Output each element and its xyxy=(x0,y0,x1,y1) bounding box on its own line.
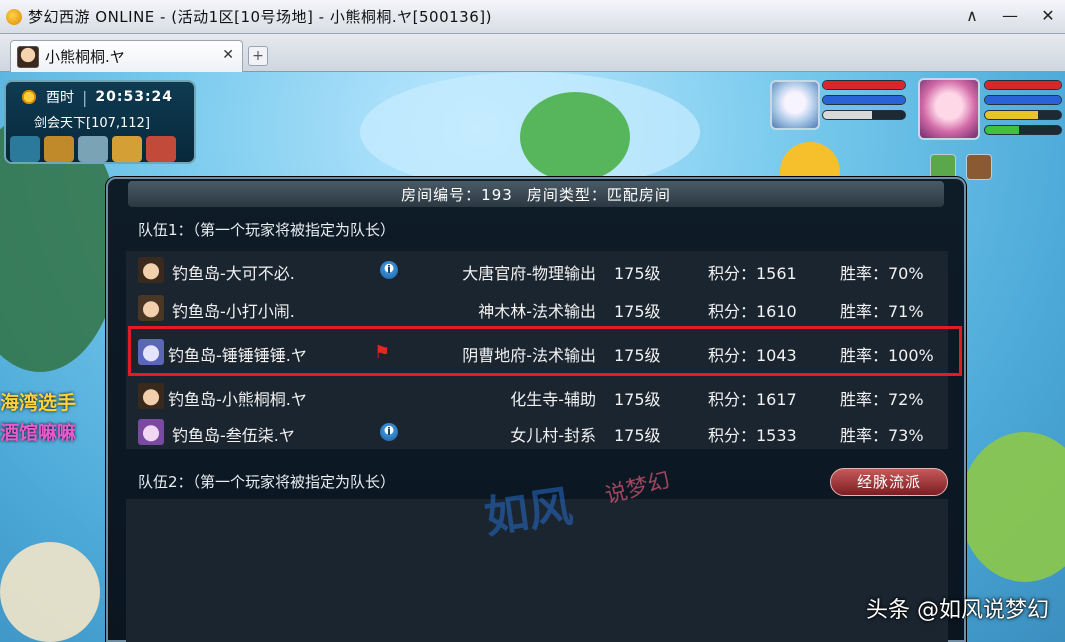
tab-close-icon[interactable]: ✕ xyxy=(222,47,234,63)
character-avatar[interactable] xyxy=(918,78,980,140)
team2-title: 队伍2：（第一个玩家将被指定为队长） xyxy=(138,473,396,491)
list-item[interactable]: 钓鱼岛-小打小闹. 神木林-法术输出 175级 积分：1610 胜率：71% xyxy=(126,289,948,325)
member-winrate: 胜率：71% xyxy=(840,302,924,321)
member-school: 女儿村-封系 xyxy=(510,426,596,445)
room-type: 房间类型：匹配房间 xyxy=(526,185,671,204)
window-title-bar: 梦幻西游 ONLINE - (活动1区[10号场地] - 小熊桐桐.ヤ[5001… xyxy=(0,0,1065,34)
close-button[interactable]: ✕ xyxy=(1035,4,1061,28)
location-coordinates: 剑会天下[107,112] xyxy=(34,116,150,131)
player-title-text: 海湾选手 xyxy=(0,392,77,414)
member-name: 钓鱼岛-小打小闹. xyxy=(172,302,295,321)
app-icon xyxy=(6,8,22,25)
member-score: 积分：1561 xyxy=(708,264,797,283)
member-avatar xyxy=(138,383,164,409)
separator: | xyxy=(82,87,88,107)
window-controls: ∧ — ✕ xyxy=(959,4,1061,28)
member-avatar xyxy=(138,295,164,321)
game-period: 酉时 xyxy=(46,90,74,106)
calendar-icon[interactable] xyxy=(146,136,176,162)
member-winrate: 胜率：73% xyxy=(840,426,924,445)
scene-character xyxy=(0,542,100,642)
expand-arrow-icon[interactable] xyxy=(10,136,40,162)
member-winrate: 胜率：72% xyxy=(840,390,924,409)
watermark-logo: 如风 xyxy=(481,481,576,544)
scene-leaf xyxy=(520,92,630,182)
pet-avatar[interactable] xyxy=(770,80,820,130)
collapse-button[interactable]: ∧ xyxy=(959,4,985,28)
info-icon[interactable]: i xyxy=(380,423,398,441)
tab-label: 小熊桐桐.ヤ xyxy=(45,48,125,66)
member-level: 175级 xyxy=(614,426,661,445)
member-level: 175级 xyxy=(614,390,661,409)
game-clock: 20:53:24 xyxy=(95,89,174,105)
member-avatar xyxy=(138,419,164,445)
character-avatar-icon xyxy=(17,45,39,68)
member-winrate: 胜率：70% xyxy=(840,264,924,283)
member-name: 钓鱼岛-小熊桐桐.ヤ xyxy=(168,390,307,409)
list-item[interactable]: 钓鱼岛-大可不必. i 大唐官府-物理输出 175级 积分：1561 胜率：70… xyxy=(126,251,948,287)
room-number: 房间编号：193 xyxy=(401,185,513,204)
add-tab-button[interactable]: + xyxy=(248,46,268,66)
character-status-bars xyxy=(984,80,1062,140)
player-subtitle-text: 酒馆嘛嘛 xyxy=(0,422,77,444)
author-credit: 头条 @如风说梦幻 xyxy=(866,598,1049,623)
minimize-button[interactable]: — xyxy=(997,4,1023,28)
member-score: 积分：1617 xyxy=(708,390,797,409)
member-avatar xyxy=(138,257,164,283)
room-header: 房间编号：193 房间类型：匹配房间 xyxy=(128,181,944,207)
member-school: 大唐官府-物理输出 xyxy=(462,264,596,283)
member-score: 积分：1533 xyxy=(708,426,797,445)
team1-title: 队伍1：（第一个玩家将被指定为队长） xyxy=(138,221,396,239)
member-school: 化生寺-辅助 xyxy=(510,390,596,409)
list-item[interactable]: 钓鱼岛-叁伍柒.ヤ i 女儿村-封系 175级 积分：1533 胜率：73% xyxy=(126,413,948,449)
meridian-school-button[interactable]: 经脉流派 xyxy=(830,468,948,496)
info-icon[interactable]: i xyxy=(380,261,398,279)
selected-member-highlight xyxy=(128,326,962,376)
member-school: 神木林-法术输出 xyxy=(478,302,596,321)
member-score: 积分：1610 xyxy=(708,302,797,321)
scene-bush xyxy=(960,432,1065,582)
member-level: 175级 xyxy=(614,302,661,321)
tab-bar: 小熊桐桐.ヤ ✕ + xyxy=(0,34,1065,72)
map-icon[interactable] xyxy=(44,136,74,162)
pet-status-bars xyxy=(822,80,906,125)
window-title: 梦幻西游 ONLINE - (活动1区[10号场地] - 小熊桐桐.ヤ[5001… xyxy=(28,8,492,26)
time-location-panel: 酉时 | 20:53:24 剑会天下[107,112] xyxy=(4,80,196,164)
member-level: 175级 xyxy=(614,264,661,283)
tab-character[interactable]: 小熊桐桐.ヤ ✕ xyxy=(10,40,243,72)
member-name: 钓鱼岛-大可不必. xyxy=(172,264,295,283)
room-dialog: 房间编号：193 房间类型：匹配房间 队伍1：（第一个玩家将被指定为队长） 钓鱼… xyxy=(106,177,966,642)
help-icon[interactable] xyxy=(112,136,142,162)
mount-icon[interactable] xyxy=(966,154,992,180)
search-icon[interactable] xyxy=(78,136,108,162)
member-name: 钓鱼岛-叁伍柒.ヤ xyxy=(172,426,295,445)
list-item[interactable]: 钓鱼岛-小熊桐桐.ヤ 化生寺-辅助 175级 积分：1617 胜率：72% xyxy=(126,377,948,413)
sun-icon xyxy=(20,88,38,106)
